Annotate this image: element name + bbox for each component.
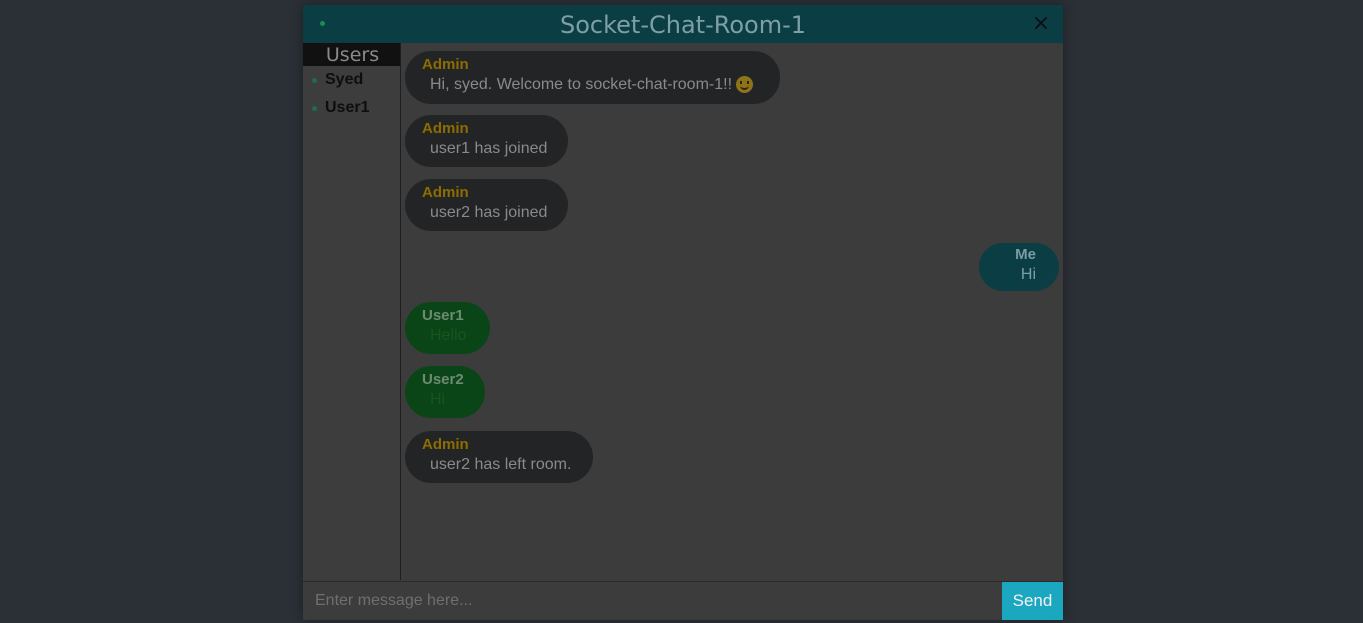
online-dot-icon (312, 106, 317, 111)
user-name: Syed (325, 71, 364, 88)
message-bubble: Admin user2 has left room. (405, 431, 593, 483)
message-sender: User1 (422, 307, 464, 324)
message-text: Hi (1020, 266, 1036, 283)
message-text: Hi (430, 391, 446, 408)
close-button[interactable]: × (1031, 11, 1051, 37)
message-text: Hello (430, 327, 467, 344)
message-sender: User2 (422, 371, 464, 388)
message-bubble: User2 Hi (405, 366, 485, 418)
user-list-item[interactable]: Syed (303, 66, 400, 94)
message-bubble: Admin user2 has joined (405, 179, 568, 231)
composer-bar: Send (303, 581, 1063, 620)
room-title: Socket-Chat-Room-1 (559, 11, 806, 39)
chat-window: Socket-Chat-Room-1 × Users Syed User1 Ad… (303, 5, 1063, 620)
message-input[interactable] (303, 582, 1002, 619)
message-text: user2 has joined (430, 204, 548, 221)
users-heading: Users (303, 43, 400, 66)
send-button[interactable]: Send (1002, 582, 1063, 620)
message-sender: Admin (422, 120, 469, 137)
title-bar: Socket-Chat-Room-1 × (303, 5, 1063, 43)
message-text: Hi, syed. Welcome to socket-chat-room-1!… (430, 76, 733, 93)
user-name: User1 (325, 99, 370, 116)
message-bubble-own: Me Hi (979, 243, 1059, 291)
message-text: user2 has left room. (430, 456, 572, 473)
smiling-face-emoji-icon (736, 76, 754, 93)
message-sender: Admin (422, 436, 469, 453)
online-dot-icon (312, 78, 317, 83)
message-sender: Me (1015, 246, 1036, 263)
message-sender: Admin (422, 184, 469, 201)
message-text-row: Hi, syed. Welcome to socket-chat-room-1!… (422, 73, 756, 97)
users-sidebar: Users Syed User1 (303, 43, 401, 580)
message-sender: Admin (422, 56, 469, 73)
user-list-item[interactable]: User1 (303, 94, 400, 122)
message-bubble: Admin Hi, syed. Welcome to socket-chat-r… (405, 51, 780, 104)
message-bubble: User1 Hello (405, 302, 490, 354)
message-bubble: Admin user1 has joined (405, 115, 568, 167)
message-text: user1 has joined (430, 140, 548, 157)
message-list[interactable]: Admin Hi, syed. Welcome to socket-chat-r… (401, 43, 1063, 580)
online-status-icon (320, 21, 325, 26)
